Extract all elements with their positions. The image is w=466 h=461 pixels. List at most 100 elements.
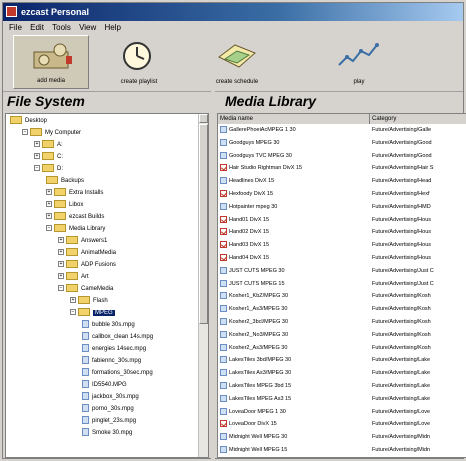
expand-icon[interactable]: +: [46, 201, 52, 208]
table-row[interactable]: Kosher2_No3/MPEG 30 Future/Advertising/Ko…: [218, 330, 466, 339]
table-row[interactable]: Hexfoody DivX 15 Future/Advertising/Hexf: [218, 190, 466, 198]
expand-icon[interactable]: +: [58, 273, 64, 280]
tree-item-label: bubble 30s.mpg: [92, 322, 135, 328]
table-row[interactable]: LakesTiles MPEG As3 15 Future/Advertising…: [218, 394, 466, 403]
tree-item[interactable]: − My Computer: [22, 128, 81, 138]
scroll-thumb[interactable]: [199, 124, 208, 324]
table-row[interactable]: Hand04 DivX 15 Future/Advertising/Hous: [218, 254, 466, 262]
menu-edit[interactable]: Edit: [30, 21, 44, 35]
table-row[interactable]: Midnight Well MPEG 30 Future/Advertising/…: [218, 433, 466, 441]
category-cell: Future/Advertising/Hexf: [372, 191, 430, 197]
create-schedule-button[interactable]: create schedule: [199, 35, 275, 89]
collapse-icon[interactable]: −: [34, 165, 40, 172]
collapse-icon[interactable]: −: [58, 285, 64, 292]
tree-item[interactable]: − Media Library: [46, 224, 105, 234]
table-row[interactable]: LakesTiles 3bd/MPEG 30 Future/Advertising…: [218, 356, 466, 364]
tree-item[interactable]: callbox_clean 14s.mpg: [82, 332, 153, 342]
table-row[interactable]: Midnight Well MPEG 15 Future/Advertising/…: [218, 446, 466, 454]
tree-item[interactable]: porno_30s.mpg: [82, 404, 134, 414]
video-icon: [220, 138, 227, 146]
file-system-tree[interactable]: Desktop − My Computer + A: + C: − D: Backups + Extr…: [5, 113, 209, 458]
table-row[interactable]: Hand03 DivX 15 Future/Advertising/Hous: [218, 241, 466, 249]
tree-item[interactable]: energies 14sec.mpg: [82, 344, 146, 354]
tree-item[interactable]: + Flash: [70, 296, 108, 306]
tree-item[interactable]: − MPEG: [70, 308, 115, 318]
tree-scrollbar[interactable]: [198, 114, 208, 457]
category-cell: Future/Advertising/Kosh: [372, 319, 431, 325]
expand-icon[interactable]: +: [58, 261, 64, 268]
table-row[interactable]: Goodguys TVC MPEG 30 Future/Advertising/G…: [218, 151, 466, 160]
expand-icon[interactable]: +: [46, 189, 52, 196]
table-row[interactable]: GallerePhoeiAcMPEG 1 30 Future/Advertisin…: [218, 126, 466, 134]
collapse-icon[interactable]: −: [22, 129, 28, 136]
menu-help[interactable]: Help: [105, 21, 121, 35]
tree-item[interactable]: jackbox_30s.mpg: [82, 392, 139, 402]
table-row[interactable]: Hotpainter mpeg 30 Future/Advertising/HMD: [218, 202, 466, 211]
column-category[interactable]: Category: [370, 114, 466, 124]
table-row[interactable]: LakesTiles As3/MPEG 30 Future/Advertising…: [218, 369, 466, 377]
tree-item[interactable]: pinglet_23s.mpg: [82, 416, 136, 426]
category-cell: Future/Advertising/Kosh: [372, 306, 431, 313]
add-media-label: add media: [36, 78, 66, 84]
table-row[interactable]: Kosher2_As3/MPEG 30 Future/Advertising/Ko…: [218, 343, 466, 352]
folder-icon: [78, 308, 90, 317]
tree-item[interactable]: + Answers1: [58, 236, 107, 246]
tree-item[interactable]: Desktop: [10, 116, 47, 126]
column-media-name[interactable]: Media name: [218, 114, 370, 124]
table-row[interactable]: LoveaDoor DivX 15 Future/Advertising/Love: [218, 420, 466, 428]
table-row[interactable]: JUST CUTS MPEG 15 Future/Advertising/Just…: [218, 279, 466, 288]
tree-item[interactable]: − CameMedia: [58, 284, 113, 294]
table-row[interactable]: JUST CUTS MPEG 30 Future/Advertising/Just…: [218, 266, 466, 275]
tree-item[interactable]: Smoke 30.mpg: [82, 428, 132, 438]
table-row[interactable]: LoveaDoor MPEG 1 30 Future/Advertising/Lo…: [218, 407, 466, 416]
table-row[interactable]: Hair Studio Rightman DivX 15 Future/Adver…: [218, 164, 466, 172]
tree-item[interactable]: + AnimatMedia: [58, 248, 116, 258]
tree-item[interactable]: bubble 30s.mpg: [82, 320, 135, 330]
tree-item-label: fabiennc_30s.mpg: [92, 358, 142, 364]
table-row[interactable]: Hand01 DivX 15 Future/Advertising/Hous: [218, 215, 466, 224]
tree-item[interactable]: − D:: [34, 164, 63, 174]
collapse-icon[interactable]: −: [46, 225, 52, 232]
expand-icon[interactable]: +: [34, 141, 40, 148]
menu-tools[interactable]: Tools: [52, 21, 71, 35]
menu-file[interactable]: File: [9, 21, 22, 35]
folder-icon: [78, 296, 90, 305]
file-icon: [82, 368, 89, 377]
media-name-cell: Hand01 DivX 15: [229, 216, 270, 223]
expand-icon[interactable]: +: [58, 249, 64, 256]
media-name-cell: Goodguys TVC MPEG 30: [229, 152, 292, 159]
tree-item[interactable]: + ezcast Builds: [46, 212, 104, 222]
tree-item[interactable]: ID5540.MPG: [82, 380, 127, 390]
table-row[interactable]: Goodguys MPEG 30 Future/Advertising/Good: [218, 138, 466, 147]
tree-item[interactable]: + Libox: [46, 200, 83, 210]
table-row[interactable]: LakesTiles MPEG 3bd 15 Future/Advertising…: [218, 382, 466, 390]
table-row[interactable]: Kosher2_3bcl/MPEG 30 Future/Advertising/K…: [218, 318, 466, 326]
menu-view[interactable]: View: [79, 21, 96, 35]
expand-icon[interactable]: +: [34, 153, 40, 160]
media-name-cell: Hexfoody DivX 15: [229, 191, 274, 197]
pane-splitter[interactable]: [211, 91, 215, 460]
table-row[interactable]: Kosher1_As3/MPEG 30 Future/Advertising/Ko…: [218, 305, 466, 313]
tree-item[interactable]: + Extra Installs: [46, 188, 103, 198]
tree-item[interactable]: + A:: [34, 140, 63, 150]
expand-icon[interactable]: +: [58, 237, 64, 244]
table-row[interactable]: Headlines DivX 15 Future/Advertising/Head: [218, 177, 466, 185]
expand-icon[interactable]: +: [70, 297, 76, 304]
add-media-button[interactable]: add media: [13, 35, 89, 89]
title-bar[interactable]: ezcast Personal: [3, 3, 463, 21]
collapse-icon[interactable]: −: [70, 309, 76, 316]
table-row[interactable]: Kosher1_KbZ/MPEG 30 Future/Advertising/Ko…: [218, 292, 466, 300]
media-name-cell: GallerePhoeiAcMPEG 1 30: [229, 127, 296, 133]
tree-item[interactable]: + ADP Fusions: [58, 260, 116, 270]
table-row[interactable]: Hand02 DivX 15 Future/Advertising/Hous: [218, 228, 466, 236]
tree-item[interactable]: fabiennc_30s.mpg: [82, 356, 141, 366]
tree-item[interactable]: Backups: [46, 176, 84, 186]
expand-icon[interactable]: +: [46, 213, 52, 220]
scroll-up-button[interactable]: [199, 114, 208, 123]
tree-item[interactable]: + C:: [34, 152, 63, 162]
play-button[interactable]: play: [321, 35, 397, 89]
tree-item[interactable]: formations_30sec.mpg: [82, 368, 153, 378]
create-playlist-button[interactable]: create playlist: [101, 35, 177, 89]
tree-item[interactable]: + Art: [58, 272, 89, 282]
media-name-cell: Midnight Well MPEG 15: [229, 447, 288, 453]
